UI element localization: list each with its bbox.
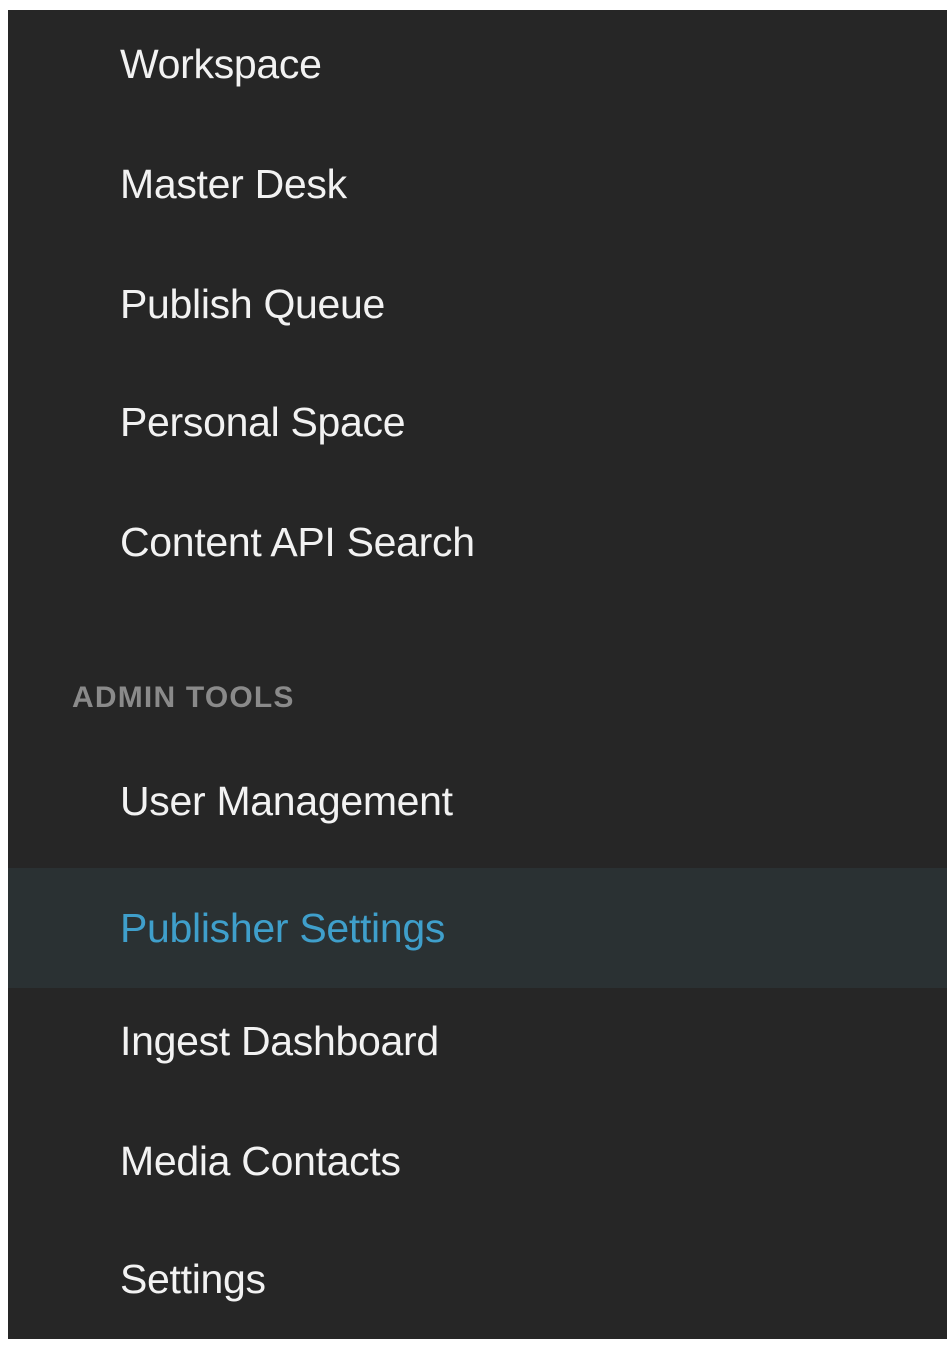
menu-item-media-contacts[interactable]: Media Contacts	[8, 1101, 947, 1221]
menu-item-settings[interactable]: Settings	[8, 1219, 947, 1339]
menu-item-user-management[interactable]: User Management	[8, 741, 947, 861]
menu-item-publisher-settings[interactable]: Publisher Settings	[8, 868, 947, 988]
menu-item-master-desk[interactable]: Master Desk	[8, 124, 947, 244]
navigation-menu: Workspace Master Desk Publish Queue Pers…	[8, 10, 947, 1339]
menu-item-ingest-dashboard[interactable]: Ingest Dashboard	[8, 981, 947, 1101]
menu-item-publish-queue[interactable]: Publish Queue	[8, 244, 947, 364]
menu-item-personal-space[interactable]: Personal Space	[8, 362, 947, 482]
menu-item-workspace[interactable]: Workspace	[8, 4, 947, 124]
admin-tools-section-header: ADMIN TOOLS	[72, 681, 295, 714]
menu-item-content-api-search[interactable]: Content API Search	[8, 482, 947, 602]
